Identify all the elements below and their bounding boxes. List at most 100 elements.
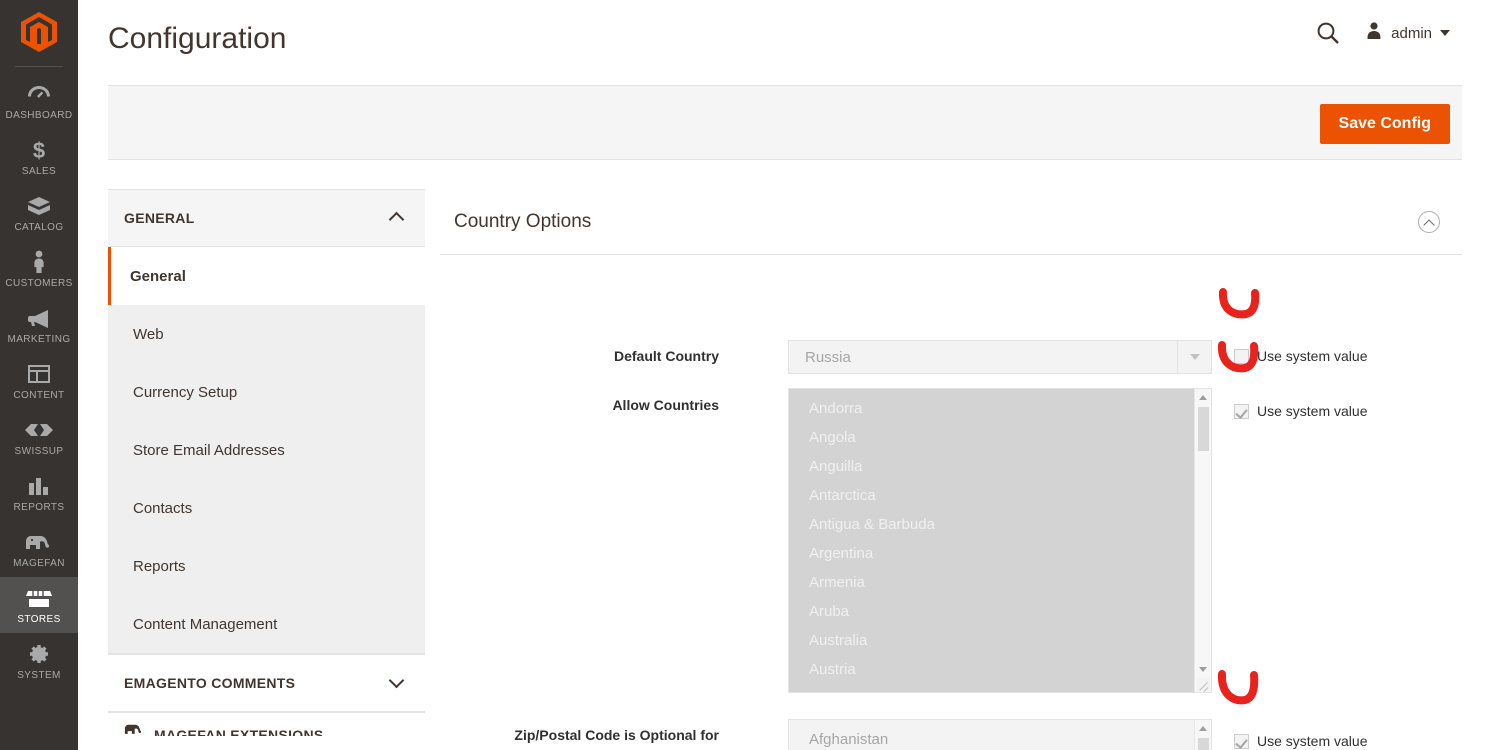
sidebar-item-label: STORES bbox=[2, 614, 76, 625]
chevron-up-icon bbox=[391, 212, 403, 224]
sidebar-item-content[interactable]: CONTENT bbox=[0, 353, 78, 409]
sidebar-item-label: MARKETING bbox=[2, 334, 76, 345]
config-nav-item-reports[interactable]: Reports bbox=[108, 537, 425, 595]
page-actions-toolbar: Save Config bbox=[108, 85, 1462, 160]
list-item[interactable]: Armenia bbox=[789, 568, 1194, 597]
page-header: Configuration admin bbox=[78, 0, 1490, 78]
scroll-up-arrow-icon[interactable] bbox=[1199, 726, 1207, 731]
elephant-icon bbox=[124, 715, 144, 734]
config-nav-item-store-email-addresses[interactable]: Store Email Addresses bbox=[108, 421, 425, 479]
config-section-title: GENERAL bbox=[124, 210, 195, 226]
search-icon[interactable] bbox=[1315, 20, 1341, 46]
sidebar-item-label: SALES bbox=[2, 166, 76, 177]
default-country-select[interactable]: Russia bbox=[788, 340, 1212, 374]
scrollbar-vertical[interactable] bbox=[1194, 720, 1211, 750]
scrollbar-thumb[interactable] bbox=[1198, 738, 1209, 750]
chevron-down-icon bbox=[1440, 30, 1450, 36]
config-nav-item-label: Web bbox=[133, 326, 164, 343]
config-nav-item-label: General bbox=[130, 268, 186, 285]
magento-logo-icon[interactable] bbox=[0, 0, 78, 64]
scrollbar-vertical[interactable] bbox=[1194, 389, 1211, 692]
person-icon bbox=[2, 249, 76, 275]
magento-logo-glyph bbox=[21, 12, 57, 52]
sidebar-item-marketing[interactable]: MARKETING bbox=[0, 297, 78, 353]
allow-countries-multiselect[interactable]: Andorra Angola Anguilla Antarctica Antig… bbox=[788, 388, 1212, 693]
config-content-panel: Country Options Default Country Russia U… bbox=[440, 189, 1462, 750]
list-item[interactable]: Angola bbox=[789, 423, 1194, 452]
global-sidebar-nav: DASHBOARD $ SALES CATALOG CUSTOMERS bbox=[0, 0, 78, 750]
list-item[interactable]: Antigua & Barbuda bbox=[789, 510, 1194, 539]
list-item[interactable]: Aruba bbox=[789, 597, 1194, 626]
bar-chart-icon bbox=[2, 473, 76, 499]
checkbox-label: Use system value bbox=[1257, 733, 1367, 749]
swissup-icon bbox=[2, 417, 76, 443]
megaphone-icon bbox=[2, 305, 76, 331]
list-item[interactable]: Antarctica bbox=[789, 481, 1194, 510]
admin-user-label: admin bbox=[1391, 25, 1432, 42]
svg-text:$: $ bbox=[33, 138, 45, 162]
sidebar-item-catalog[interactable]: CATALOG bbox=[0, 185, 78, 241]
save-config-button[interactable]: Save Config bbox=[1320, 104, 1450, 144]
list-item[interactable]: Andorra bbox=[789, 394, 1194, 423]
config-nav-item-label: Reports bbox=[133, 558, 186, 575]
config-section-header-magefan-extensions[interactable]: MAGEFAN EXTENSIONS bbox=[108, 712, 425, 736]
config-nav-item-contacts[interactable]: Contacts bbox=[108, 479, 425, 537]
dollar-icon: $ bbox=[2, 137, 76, 163]
use-system-value-zip-postal[interactable]: Use system value bbox=[1234, 733, 1367, 749]
list-item[interactable]: Argentina bbox=[789, 539, 1194, 568]
field-label-default-country: Default Country bbox=[440, 348, 719, 364]
sidebar-item-swissup[interactable]: SWISSUP bbox=[0, 409, 78, 465]
sidebar-item-label: MAGEFAN bbox=[2, 558, 76, 569]
sidebar-item-sales[interactable]: $ SALES bbox=[0, 129, 78, 185]
sidebar-item-label: DASHBOARD bbox=[2, 110, 76, 121]
checkbox-icon[interactable] bbox=[1234, 349, 1249, 364]
config-section-header-general[interactable]: GENERAL bbox=[108, 189, 425, 247]
sidebar-item-dashboard[interactable]: DASHBOARD bbox=[0, 73, 78, 129]
list-item[interactable]: Anguilla bbox=[789, 452, 1194, 481]
checkbox-icon[interactable] bbox=[1234, 404, 1249, 419]
dashboard-icon bbox=[2, 81, 76, 107]
scrollbar-thumb[interactable] bbox=[1198, 407, 1209, 451]
checkbox-label: Use system value bbox=[1257, 403, 1367, 419]
config-nav-item-label: Currency Setup bbox=[133, 384, 237, 401]
config-nav-item-general[interactable]: General bbox=[108, 247, 425, 305]
sidebar-item-magefan[interactable]: MAGEFAN bbox=[0, 521, 78, 577]
config-section-title: MAGEFAN EXTENSIONS bbox=[154, 727, 324, 737]
config-nav-item-web[interactable]: Web bbox=[108, 305, 425, 363]
gear-icon bbox=[2, 641, 76, 667]
list-item[interactable]: Austria bbox=[789, 655, 1194, 684]
section-title: Country Options bbox=[440, 211, 591, 233]
sidebar-item-customers[interactable]: CUSTOMERS bbox=[0, 241, 78, 297]
use-system-value-allow-countries[interactable]: Use system value bbox=[1234, 403, 1367, 419]
scroll-down-arrow-icon[interactable] bbox=[1199, 667, 1207, 672]
config-section-items-general: General Web Currency Setup Store Email A… bbox=[108, 247, 425, 654]
sidebar-item-reports[interactable]: REPORTS bbox=[0, 465, 78, 521]
sidebar-item-label: CATALOG bbox=[2, 222, 76, 233]
zip-postal-multiselect[interactable]: Afghanistan Albania Algeria bbox=[788, 719, 1212, 750]
sidebar-item-label: SWISSUP bbox=[2, 446, 76, 457]
sidebar-item-label: REPORTS bbox=[2, 502, 76, 513]
checkbox-icon[interactable] bbox=[1234, 734, 1249, 749]
config-nav-sidebar: GENERAL General Web Currency Setup Store… bbox=[108, 189, 425, 736]
box-icon bbox=[2, 193, 76, 219]
admin-user-menu[interactable]: admin bbox=[1365, 21, 1450, 46]
chevron-up-circle-icon[interactable] bbox=[1418, 211, 1440, 233]
layout-icon bbox=[2, 361, 76, 387]
chevron-down-icon bbox=[1177, 341, 1211, 373]
field-label-allow-countries: Allow Countries bbox=[440, 397, 719, 413]
use-system-value-default-country[interactable]: Use system value bbox=[1234, 348, 1367, 364]
zip-postal-options: Afghanistan Albania Algeria bbox=[789, 720, 1194, 750]
sidebar-item-system[interactable]: SYSTEM bbox=[0, 633, 78, 689]
field-label-zip-postal-code: Zip/Postal Code is Optional for bbox=[440, 727, 719, 743]
list-item[interactable]: Australia bbox=[789, 626, 1194, 655]
scroll-up-arrow-icon[interactable] bbox=[1199, 395, 1207, 400]
config-nav-item-content-management[interactable]: Content Management bbox=[108, 595, 425, 653]
country-options-section-header[interactable]: Country Options bbox=[440, 189, 1462, 255]
admin-page: DASHBOARD $ SALES CATALOG CUSTOMERS bbox=[0, 0, 1490, 750]
config-nav-item-currency-setup[interactable]: Currency Setup bbox=[108, 363, 425, 421]
list-item[interactable]: Afghanistan bbox=[789, 725, 1194, 750]
sidebar-item-stores[interactable]: STORES bbox=[0, 577, 78, 633]
resize-grip-icon[interactable] bbox=[1197, 678, 1210, 691]
config-section-header-emagento-comments[interactable]: EMAGENTO COMMENTS bbox=[108, 654, 425, 712]
config-nav-item-label: Store Email Addresses bbox=[133, 442, 285, 459]
